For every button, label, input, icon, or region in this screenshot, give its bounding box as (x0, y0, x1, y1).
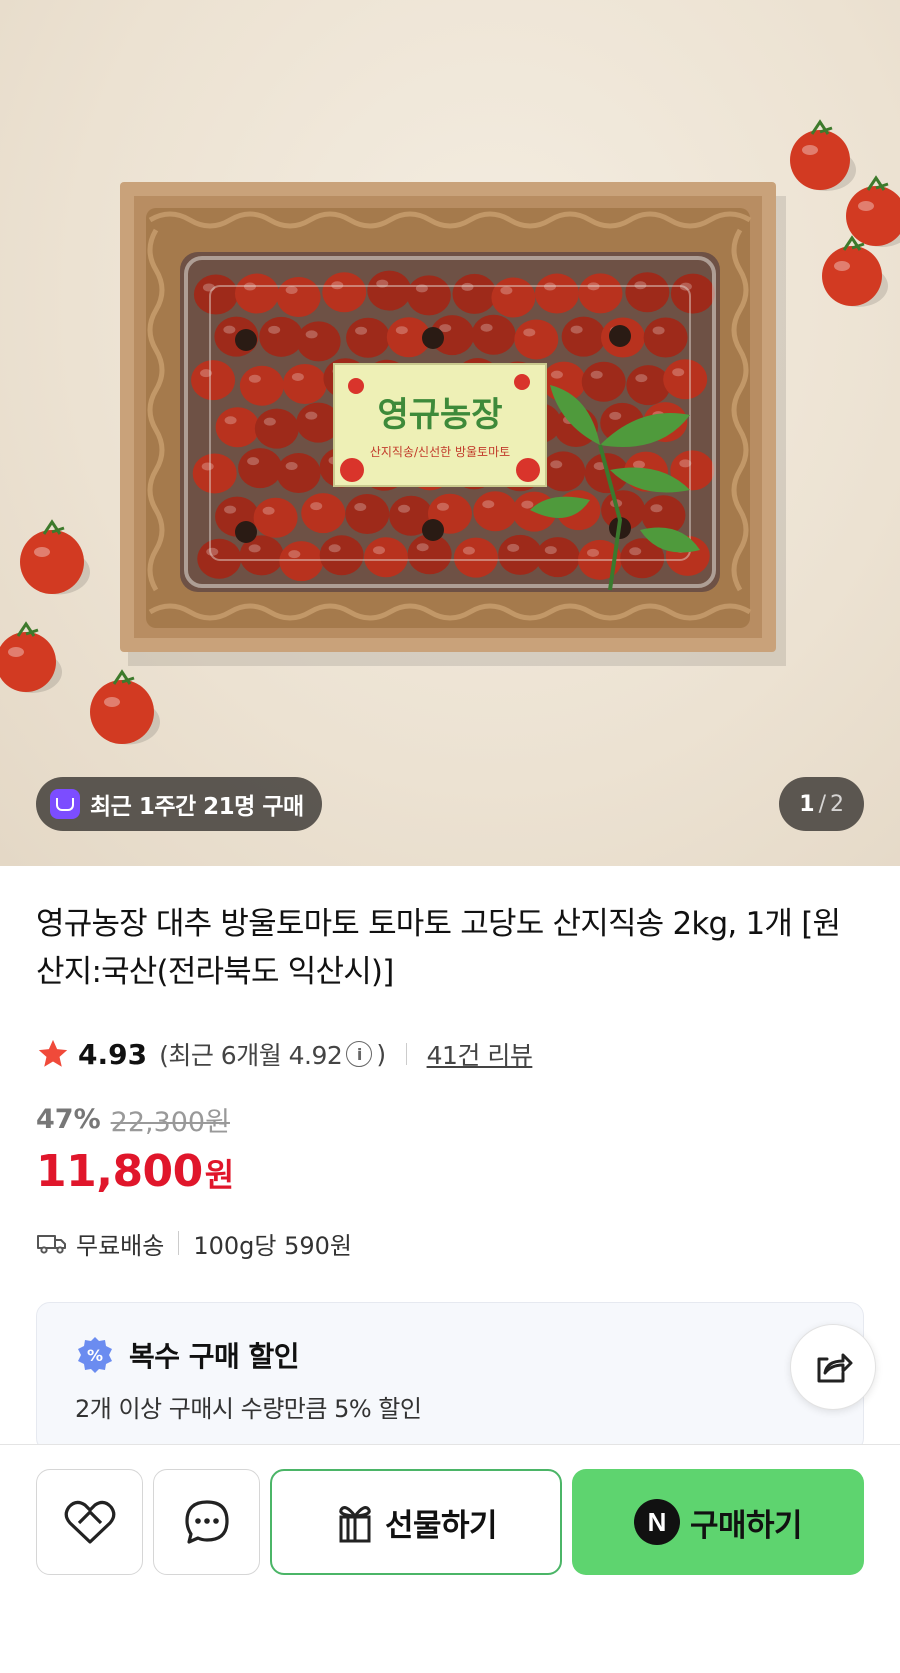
tomato (471, 314, 516, 355)
tomato (279, 541, 324, 582)
percent-icon: % (78, 1337, 112, 1373)
tomato (581, 361, 626, 402)
product-photo: 영규농장 산지직송/신선한 방울토마토 (0, 119, 900, 745)
tomato (670, 273, 715, 314)
divider (178, 1231, 180, 1255)
buy-label: 구매하기 (689, 1507, 803, 1544)
chat-icon (184, 1500, 229, 1544)
pager-total: 2 (830, 791, 844, 817)
original-price: 22,300원 (110, 1107, 230, 1138)
tomato (191, 360, 236, 401)
gift-icon (339, 1506, 371, 1543)
product-title: 영규농장 대추 방울토마토 토마토 고당도 산지직송 2kg, 1개 [원산지:… (36, 906, 841, 990)
tomato (301, 493, 346, 534)
buy-button[interactable]: N 구매하기 (572, 1469, 864, 1575)
wishlist-button[interactable] (36, 1469, 143, 1575)
recent-rating-close: ) (376, 1039, 386, 1069)
tomato (663, 359, 708, 400)
original-price-row: 47% 22,300원 (36, 1100, 230, 1139)
tomato (193, 274, 238, 315)
gift-button[interactable]: 선물하기 (270, 1469, 562, 1575)
multi-buy-discount-card[interactable]: % 복수 구매 할인 2개 이상 구매시 수량만큼 5% 할인 (36, 1302, 864, 1452)
loose-tomato (846, 186, 900, 246)
tomato (625, 272, 670, 313)
tomato (491, 277, 536, 318)
unit-price: 100g당 590원 (193, 1231, 352, 1260)
basket-icon (50, 789, 80, 819)
talk-talk-button[interactable] (153, 1469, 260, 1575)
tomato (234, 273, 279, 314)
review-link[interactable]: 41건 리뷰 (427, 1036, 533, 1072)
tomato (238, 448, 283, 489)
share-button[interactable] (790, 1324, 876, 1410)
tomato (345, 494, 390, 535)
truck-icon (37, 1235, 66, 1254)
promo-title: 복수 구매 할인 (129, 1340, 300, 1373)
label-title: 영규농장 (377, 395, 502, 435)
rating-row: 4.93 (최근 6개월 4.92 i ) 41건 리뷰 (36, 1034, 533, 1074)
product-image[interactable]: 영규농장 산지직송/신선한 방울토마토 최근 1주간 21명 구매 1 / 2 (0, 0, 900, 866)
tomato (239, 365, 284, 406)
tomato (215, 407, 260, 448)
percent-symbol: % (87, 1346, 103, 1365)
tomato (626, 365, 671, 406)
tomato (534, 273, 579, 314)
share-icon (817, 1353, 853, 1383)
tomato (452, 273, 497, 314)
shipping-fee: 무료배송 (76, 1231, 165, 1260)
tomato (253, 497, 298, 538)
tomato (453, 537, 498, 578)
tomato (276, 277, 321, 318)
shipping-row: 무료배송 100g당 590원 (36, 1225, 352, 1261)
tomato (259, 316, 304, 357)
tomato (473, 491, 518, 532)
tomato (578, 273, 623, 314)
tomato (254, 408, 299, 449)
tomato (282, 363, 327, 404)
divider (405, 1043, 407, 1065)
tomato (322, 272, 367, 313)
recent-purchase-text: 최근 1주간 21명 구매 (90, 794, 304, 820)
bottom-action-bar: 선물하기 N 구매하기 (0, 1444, 900, 1673)
sale-price-amount: 11,800 (36, 1146, 203, 1197)
tomato (319, 535, 364, 576)
sale-price-unit: 원 (204, 1156, 235, 1194)
rating-score: 4.93 (78, 1037, 148, 1071)
sale-price: 11,800 원 (36, 1146, 234, 1197)
loose-tomato (822, 246, 882, 306)
recent-rating: (최근 6개월 4.92 i ) (159, 1036, 386, 1072)
info-icon[interactable]: i (346, 1041, 373, 1067)
tomato (192, 453, 237, 494)
tomato (197, 538, 242, 579)
loose-tomato (790, 130, 850, 190)
tomato (498, 534, 543, 575)
recent-purchase-badge: 최근 1주간 21명 구매 (36, 777, 322, 831)
promo-header: % 복수 구매 할인 (75, 1335, 300, 1375)
pager-current: 1 (799, 791, 815, 817)
tomato (514, 319, 559, 360)
loose-tomato (20, 530, 84, 594)
promo-description: 2개 이상 구매시 수량만큼 5% 할인 (75, 1395, 422, 1423)
naver-n-icon: N (633, 1499, 680, 1545)
tomato (276, 453, 321, 494)
gift-label: 선물하기 (384, 1507, 498, 1544)
tomato (535, 537, 580, 578)
discount-rate: 47% (36, 1104, 101, 1135)
heart-icon (64, 1500, 115, 1544)
tomato (406, 275, 451, 316)
tomato (296, 321, 341, 362)
tomato (364, 537, 409, 578)
tomato (561, 316, 606, 357)
pager-separator: / (818, 791, 826, 817)
loose-tomato (90, 680, 154, 744)
image-pager: 1 / 2 (779, 777, 864, 831)
tomato (367, 270, 412, 311)
tomato (643, 317, 688, 358)
star-icon (38, 1039, 68, 1067)
tomato (541, 451, 586, 492)
recent-rating-text: (최근 6개월 4.92 (159, 1041, 343, 1070)
label-subtitle: 산지직송/신선한 방울토마토 (370, 445, 510, 459)
tomato (346, 317, 391, 358)
